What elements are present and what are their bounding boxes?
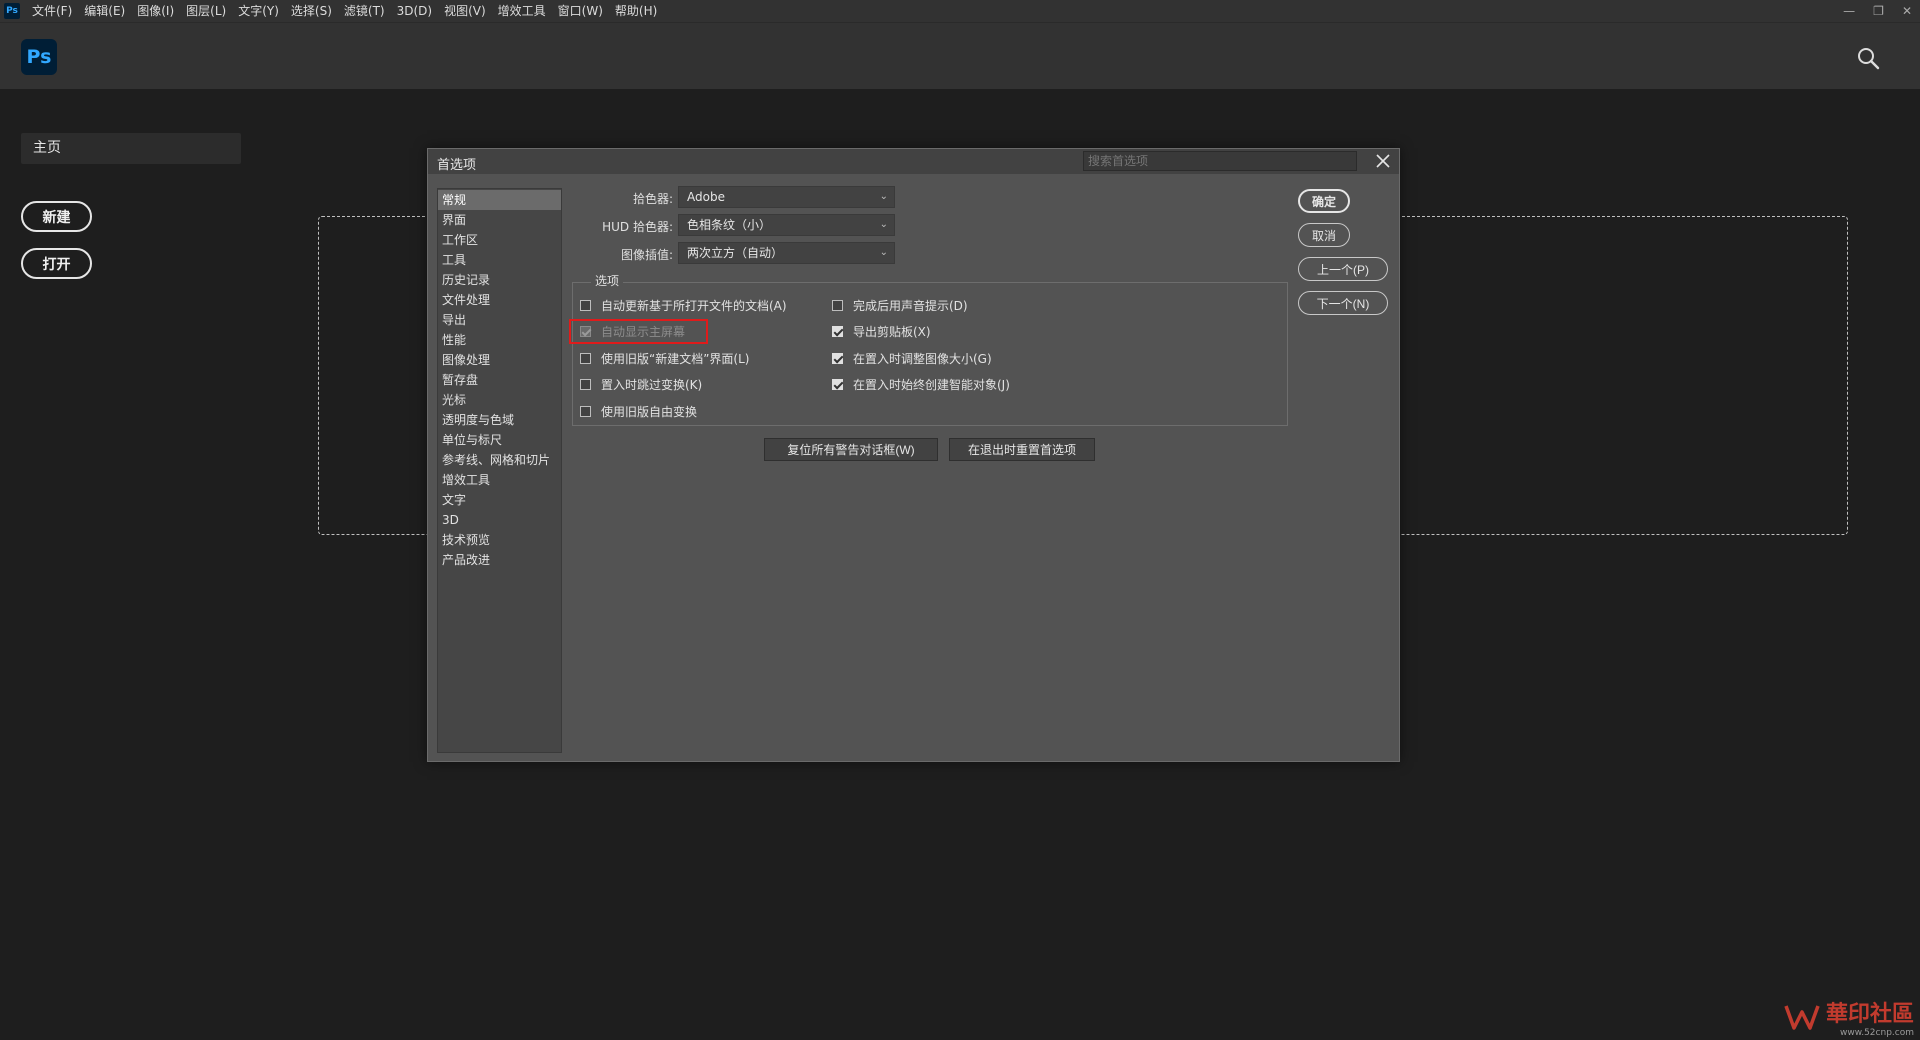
checkbox-label: 在置入时调整图像大小(G) — [853, 352, 992, 366]
checkbox-label: 在置入时始终创建智能对象(J) — [853, 378, 1010, 392]
color-picker-select[interactable]: Adobe ⌄ — [678, 186, 895, 208]
reset-warnings-button[interactable]: 复位所有警告对话框(W) — [764, 438, 938, 461]
chevron-down-icon: ⌄ — [879, 247, 888, 258]
menu-layer[interactable]: 图层(L) — [180, 0, 232, 22]
menu-plugins[interactable]: 增效工具 — [492, 0, 552, 22]
menu-help[interactable]: 帮助(H) — [609, 0, 663, 22]
nav-item-product-improvement[interactable]: 产品改进 — [438, 550, 561, 570]
nav-item-units-rulers[interactable]: 单位与标尺 — [438, 430, 561, 450]
checkbox-label: 完成后用声音提示(D) — [853, 299, 968, 313]
checkbox-legacy-new-doc[interactable]: 使用旧版“新建文档”界面(L) — [580, 350, 749, 367]
nav-item-performance[interactable]: 性能 — [438, 330, 561, 350]
checkbox-export-clipboard[interactable]: 导出剪贴板(X) — [832, 323, 931, 340]
nav-item-3d[interactable]: 3D — [438, 510, 561, 530]
checkbox-box[interactable] — [580, 406, 591, 417]
checkbox-label: 导出剪贴板(X) — [853, 325, 931, 339]
close-window-icon[interactable]: ✕ — [1902, 4, 1912, 18]
nav-item-scratch-disks[interactable]: 暂存盘 — [438, 370, 561, 390]
checkbox-always-smart-object[interactable]: 在置入时始终创建智能对象(J) — [832, 376, 1010, 393]
window-controls: — ❐ ✕ — [1843, 0, 1912, 22]
chevron-down-icon: ⌄ — [879, 191, 888, 202]
checkbox-auto-update-docs[interactable]: 自动更新基于所打开文件的文档(A) — [580, 297, 787, 314]
search-icon[interactable] — [1856, 46, 1880, 70]
nav-item-cursors[interactable]: 光标 — [438, 390, 561, 410]
nav-item-plugins[interactable]: 增效工具 — [438, 470, 561, 490]
home-header: Ps — [0, 22, 1920, 89]
nav-item-guides-grid[interactable]: 参考线、网格和切片 — [438, 450, 561, 470]
nav-item-general[interactable]: 常规 — [438, 190, 561, 210]
nav-item-tools[interactable]: 工具 — [438, 250, 561, 270]
next-button[interactable]: 下一个(N) — [1298, 291, 1388, 315]
menu-filter[interactable]: 滤镜(T) — [338, 0, 391, 22]
hud-picker-label: HUD 拾色器: — [602, 220, 673, 234]
checkbox-label: 自动更新基于所打开文件的文档(A) — [601, 299, 787, 313]
checkbox-resize-on-place[interactable]: 在置入时调整图像大小(G) — [832, 350, 992, 367]
watermark-logo-icon — [1784, 1005, 1820, 1030]
menu-edit[interactable]: 编辑(E) — [78, 0, 131, 22]
checkbox-box[interactable] — [580, 300, 591, 311]
nav-item-tech-preview[interactable]: 技术预览 — [438, 530, 561, 550]
interpolation-select[interactable]: 两次立方（自动） ⌄ — [678, 242, 895, 264]
preferences-dialog: 首选项 常规 界面 工作区 工具 历史记录 文件处理 导出 性能 图像处理 暂存… — [427, 148, 1400, 762]
ps-logo: Ps — [21, 39, 57, 75]
nav-item-workspace[interactable]: 工作区 — [438, 230, 561, 250]
menu-file[interactable]: 文件(F) — [26, 0, 78, 22]
close-icon[interactable] — [1374, 152, 1392, 170]
watermark-url: www.52cnp.com — [1839, 1028, 1914, 1038]
checkbox-legacy-free-transform[interactable]: 使用旧版自由变换 — [580, 403, 697, 420]
annotation-highlight-box — [569, 319, 708, 344]
reset-prefs-on-quit-button[interactable]: 在退出时重置首选项 — [949, 438, 1095, 461]
interpolation-label: 图像插值: — [620, 248, 673, 262]
checkbox-beep-when-done[interactable]: 完成后用声音提示(D) — [832, 297, 968, 314]
checkbox-box[interactable] — [832, 326, 843, 337]
checkbox-box[interactable] — [832, 300, 843, 311]
cancel-button[interactable]: 取消 — [1298, 223, 1350, 247]
nav-item-transparency[interactable]: 透明度与色域 — [438, 410, 561, 430]
nav-item-file-handling[interactable]: 文件处理 — [438, 290, 561, 310]
nav-item-image-processing[interactable]: 图像处理 — [438, 350, 561, 370]
checkbox-box[interactable] — [580, 379, 591, 390]
checkbox-label: 置入时跳过变换(K) — [601, 378, 703, 392]
home-tab[interactable]: 主页 — [21, 133, 241, 164]
preferences-search-input[interactable] — [1083, 151, 1357, 171]
restore-icon[interactable]: ❐ — [1873, 4, 1884, 18]
dialog-titlebar[interactable]: 首选项 — [428, 149, 1399, 174]
nav-item-export[interactable]: 导出 — [438, 310, 561, 330]
menu-type[interactable]: 文字(Y) — [232, 0, 285, 22]
chevron-down-icon: ⌄ — [879, 219, 888, 230]
checkbox-box[interactable] — [832, 379, 843, 390]
open-button[interactable]: 打开 — [21, 248, 92, 279]
hud-picker-value: 色相条纹（小） — [687, 218, 772, 232]
nav-item-history[interactable]: 历史记录 — [438, 270, 561, 290]
checkbox-label: 使用旧版“新建文档”界面(L) — [601, 352, 750, 366]
nav-item-interface[interactable]: 界面 — [438, 210, 561, 230]
checkbox-box[interactable] — [580, 353, 591, 364]
ok-button[interactable]: 确定 — [1298, 189, 1350, 213]
nav-item-type[interactable]: 文字 — [438, 490, 561, 510]
checkbox-box[interactable] — [832, 353, 843, 364]
menu-view[interactable]: 视图(V) — [438, 0, 492, 22]
preferences-nav-list: 常规 界面 工作区 工具 历史记录 文件处理 导出 性能 图像处理 暂存盘 光标… — [437, 188, 562, 753]
options-legend: 选项 — [591, 272, 624, 289]
interpolation-value: 两次立方（自动） — [687, 246, 784, 260]
hud-picker-select[interactable]: 色相条纹（小） ⌄ — [678, 214, 895, 236]
menu-window[interactable]: 窗口(W) — [552, 0, 609, 22]
checkbox-skip-transform[interactable]: 置入时跳过变换(K) — [580, 376, 702, 393]
minimize-icon[interactable]: — — [1843, 4, 1855, 18]
dialog-title: 首选项 — [437, 158, 477, 173]
watermark: 華印社區 www.52cnp.com — [1782, 996, 1914, 1038]
photoshop-app-icon[interactable]: Ps — [4, 3, 20, 19]
menu-image[interactable]: 图像(I) — [131, 0, 180, 22]
menu-select[interactable]: 选择(S) — [285, 0, 338, 22]
new-button[interactable]: 新建 — [21, 201, 92, 232]
color-picker-value: Adobe — [687, 190, 725, 204]
previous-button[interactable]: 上一个(P) — [1298, 257, 1388, 281]
menu-bar: Ps 文件(F) 编辑(E) 图像(I) 图层(L) 文字(Y) 选择(S) 滤… — [0, 0, 1920, 22]
checkbox-label: 使用旧版自由变换 — [601, 405, 698, 419]
color-picker-label: 拾色器: — [632, 192, 673, 206]
watermark-text: 華印社區 — [1825, 1001, 1914, 1027]
menu-3d[interactable]: 3D(D) — [391, 0, 438, 22]
